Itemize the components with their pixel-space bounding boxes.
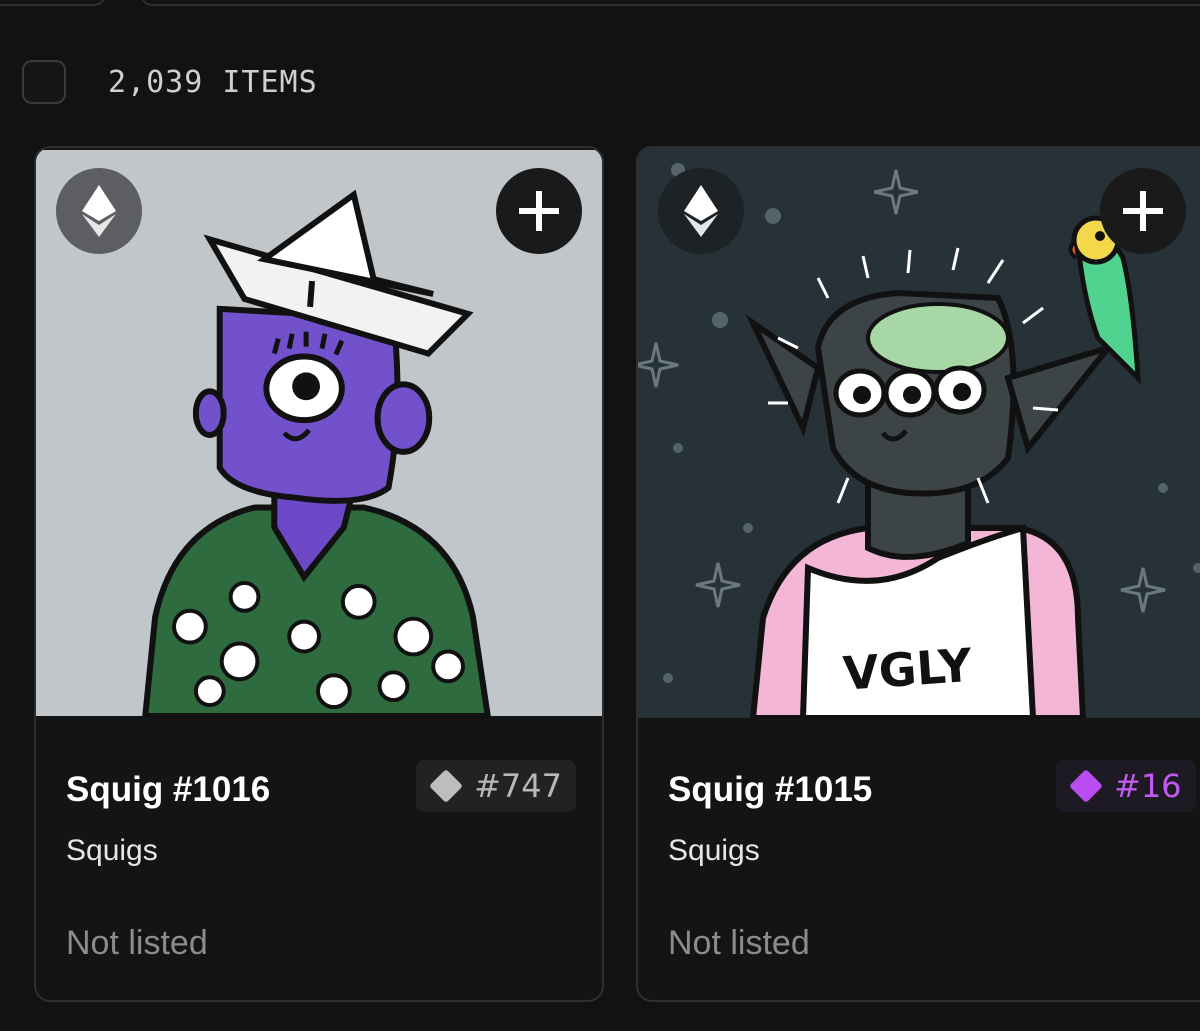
nft-card[interactable]: VGLY Squig #1015 #16 Squigs Not listed [636,146,1200,1002]
listing-status: Not listed [66,924,208,962]
rarity-rank: #747 [474,767,562,805]
plus-icon [1123,191,1163,231]
ethereum-icon [658,168,744,254]
collection-name[interactable]: Squigs [668,834,760,868]
filter-button[interactable] [0,0,106,6]
add-to-cart-button[interactable] [1100,168,1186,254]
item-count: 2,039 ITEMS [108,64,318,100]
search-input[interactable] [140,0,1200,6]
ethereum-icon [56,168,142,254]
nft-card-info: Squig #1016 #747 Squigs Not listed [36,718,602,1000]
plus-icon [519,191,559,231]
nft-card[interactable]: Squig #1016 #747 Squigs Not listed [34,146,604,1002]
add-to-cart-button[interactable] [496,168,582,254]
listing-status: Not listed [668,924,810,962]
rarity-diamond-icon [1069,769,1103,803]
rarity-rank-badge: #16 [1056,760,1196,812]
selection-row: 2,039 ITEMS [22,60,318,104]
select-all-checkbox[interactable] [22,60,66,104]
nft-card-info: Squig #1015 #16 Squigs Not listed [638,718,1200,1000]
nft-name[interactable]: Squig #1015 [668,770,872,810]
rarity-rank-badge: #747 [416,760,576,812]
rarity-rank: #16 [1114,767,1182,805]
shirt-text: VGLY [841,638,974,701]
collection-name[interactable]: Squigs [66,834,158,868]
rarity-diamond-icon [429,769,464,803]
nft-name[interactable]: Squig #1016 [66,770,270,810]
nft-grid-page: 2,039 ITEMS Squig #1016 #747 Squigs Not … [0,0,1200,1031]
